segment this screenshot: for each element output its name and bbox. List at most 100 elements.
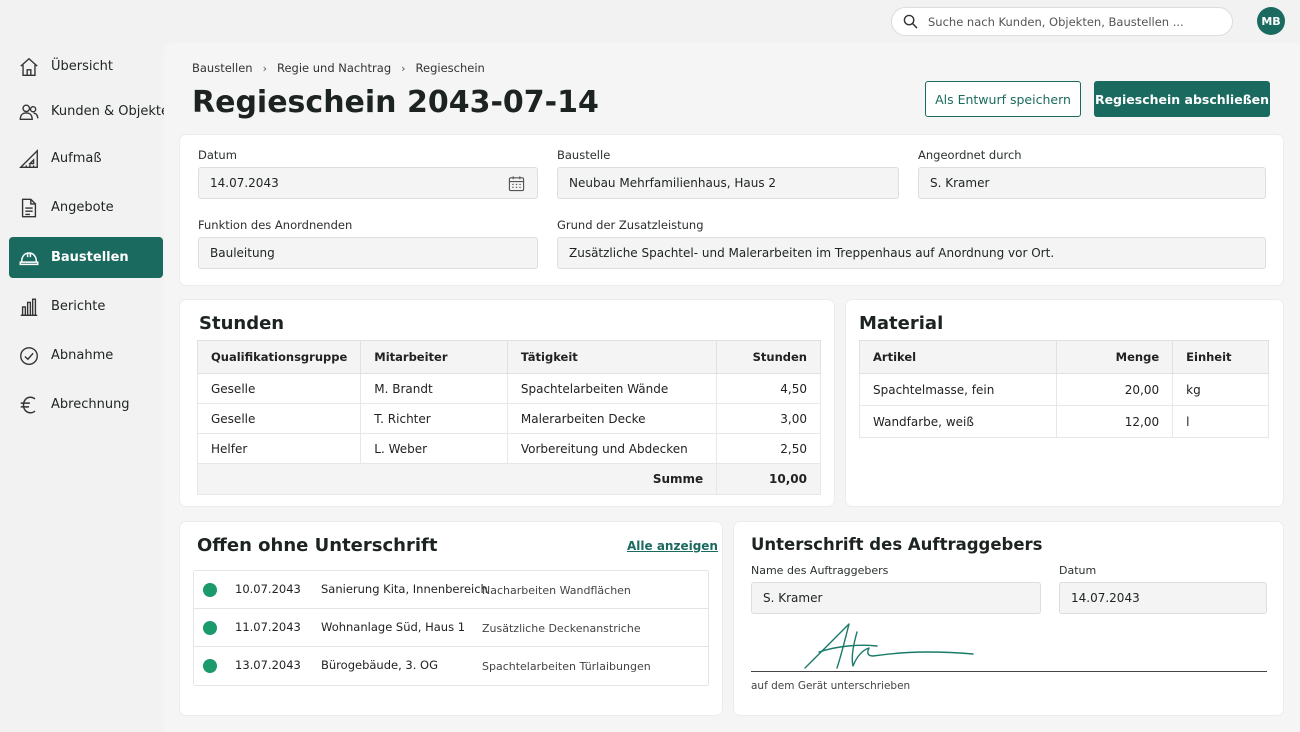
calendar-icon[interactable]	[508, 175, 525, 192]
stunden-table: Qualifikationsgruppe Mitarbeiter Tätigke…	[196, 340, 821, 495]
sidebar-item-label: Übersicht	[51, 59, 113, 74]
sidebar-item-berichte[interactable]: Berichte	[9, 286, 163, 327]
table-header-row: Artikel Menge Einheit	[858, 340, 1269, 374]
list-item-date: 10.07.2043	[235, 582, 301, 596]
col-header-einheit[interactable]: Einheit	[1172, 340, 1269, 374]
table-row[interactable]: Geselle M. Brandt Spachtelarbeiten Wände…	[196, 373, 821, 404]
col-header-taetigkeit[interactable]: Tätigkeit	[506, 340, 718, 374]
breadcrumb-item-regieschein: Regieschein	[415, 61, 485, 75]
chevron-right-icon: ›	[262, 61, 267, 75]
list-item-date: 11.07.2043	[235, 620, 301, 634]
sidebar-item-label: Abrechnung	[51, 397, 130, 412]
sig-datum-value: 14.07.2043	[1071, 591, 1140, 605]
home-icon	[18, 56, 40, 78]
avatar[interactable]: MB	[1257, 7, 1285, 35]
stunden-title: Stunden	[199, 313, 285, 334]
table-cell: 20,00	[1056, 373, 1174, 406]
col-header-menge[interactable]: Menge	[1056, 340, 1174, 374]
sig-datum-label: Datum	[1059, 564, 1097, 577]
main-content: Baustellen › Regie und Nachtrag › Regies…	[164, 43, 1300, 732]
col-header-qualifikation[interactable]: Qualifikationsgruppe	[196, 340, 362, 374]
breadcrumb-item-baustellen[interactable]: Baustellen	[192, 61, 253, 75]
offen-list: 10.07.2043 Sanierung Kita, Innenbereich …	[193, 570, 709, 686]
funktion-label: Funktion des Anordnenden	[198, 218, 353, 232]
table-row[interactable]: Wandfarbe, weiß 12,00 l	[858, 405, 1269, 438]
chevron-right-icon: ›	[401, 61, 406, 75]
check-circle-icon	[18, 345, 40, 367]
datum-label: Datum	[198, 148, 237, 162]
funktion-field[interactable]: Bauleitung	[198, 237, 538, 269]
table-cell: Geselle	[196, 403, 362, 434]
table-cell: 2,50	[716, 433, 821, 464]
finish-button[interactable]: Regieschein abschließen	[1094, 81, 1270, 117]
search-icon	[903, 14, 918, 29]
col-header-artikel[interactable]: Artikel	[858, 340, 1058, 374]
sidebar-item-label: Abnahme	[51, 348, 114, 363]
status-dot	[203, 621, 217, 635]
offen-title: Offen ohne Unterschrift	[197, 535, 438, 556]
table-cell: Spachtelmasse, fein	[858, 373, 1058, 406]
angeordnet-field[interactable]: S. Kramer	[918, 167, 1266, 199]
baustelle-value: Neubau Mehrfamilienhaus, Haus 2	[569, 176, 777, 190]
sidebar-item-angebote[interactable]: Angebote	[9, 187, 163, 228]
sum-value: 10,00	[716, 463, 821, 495]
save-draft-button[interactable]: Als Entwurf speichern	[925, 81, 1081, 117]
table-row[interactable]: Geselle T. Richter Malerarbeiten Decke 3…	[196, 403, 821, 434]
sidebar-item-label: Aufmaß	[51, 151, 102, 166]
search-bar[interactable]	[891, 7, 1233, 36]
helmet-icon	[18, 247, 40, 269]
sidebar-item-kunden[interactable]: Kunden & Objekte	[9, 91, 169, 132]
ruler-triangle-icon	[18, 148, 40, 170]
list-item[interactable]: 10.07.2043 Sanierung Kita, Innenbereich …	[194, 571, 708, 609]
sidebar: Übersicht Kunden & Objekte Aufmaß Angebo…	[0, 0, 169, 732]
alle-anzeigen-link[interactable]: Alle anzeigen	[627, 539, 718, 553]
list-item[interactable]: 11.07.2043 Wohnanlage Süd, Haus 1 Zusätz…	[194, 609, 708, 647]
grund-value: Zusätzliche Spachtel- und Malerarbeiten …	[569, 246, 1055, 260]
list-item[interactable]: 13.07.2043 Bürogebäude, 3. OG Spachtelar…	[194, 647, 708, 685]
table-cell: 3,00	[716, 403, 821, 434]
datum-field[interactable]: 14.07.2043	[198, 167, 538, 199]
datum-value: 14.07.2043	[210, 176, 279, 190]
table-cell: Spachtelarbeiten Wände	[506, 373, 718, 404]
name-label: Name des Auftraggebers	[751, 564, 889, 577]
grund-field[interactable]: Zusätzliche Spachtel- und Malerarbeiten …	[557, 237, 1266, 269]
breadcrumb-item-regie[interactable]: Regie und Nachtrag	[277, 61, 391, 75]
name-field[interactable]: S. Kramer	[751, 582, 1041, 614]
baustelle-field[interactable]: Neubau Mehrfamilienhaus, Haus 2	[557, 167, 899, 199]
angeordnet-label: Angeordnet durch	[918, 148, 1022, 162]
table-row[interactable]: Helfer L. Weber Vorbereitung und Abdecke…	[196, 433, 821, 464]
material-table: Artikel Menge Einheit Spachtelmasse, fei…	[858, 340, 1269, 438]
sidebar-item-aufmass[interactable]: Aufmaß	[9, 138, 163, 179]
page-title: Regieschein 2043-07-14	[192, 85, 599, 120]
sidebar-item-abrechnung[interactable]: Abrechnung	[9, 384, 163, 425]
list-item-site: Sanierung Kita, Innenbereich	[321, 582, 488, 596]
list-item-task: Spachtelarbeiten Türlaibungen	[482, 660, 651, 673]
list-item-site: Wohnanlage Süd, Haus 1	[321, 620, 466, 634]
sidebar-item-label: Angebote	[51, 200, 114, 215]
table-cell: Wandfarbe, weiß	[858, 405, 1058, 438]
sidebar-item-baustellen[interactable]: Baustellen	[9, 237, 163, 278]
search-input[interactable]	[928, 14, 1218, 29]
list-item-site: Bürogebäude, 3. OG	[321, 658, 438, 672]
document-icon	[18, 197, 40, 219]
list-item-task: Nacharbeiten Wandflächen	[482, 584, 631, 597]
bar-chart-icon	[18, 296, 40, 318]
col-header-stunden[interactable]: Stunden	[716, 340, 821, 374]
signature-title: Unterschrift des Auftraggebers	[751, 535, 1043, 554]
table-row[interactable]: Spachtelmasse, fein 20,00 kg	[858, 373, 1269, 406]
sidebar-item-abnahme[interactable]: Abnahme	[9, 335, 163, 376]
sidebar-item-uebersicht[interactable]: Übersicht	[9, 46, 163, 87]
signature-drawing[interactable]	[797, 618, 977, 673]
sidebar-item-label: Baustellen	[51, 250, 129, 265]
signature-caption: auf dem Gerät unterschrieben	[751, 680, 911, 692]
material-title: Material	[859, 313, 944, 334]
sig-datum-field[interactable]: 14.07.2043	[1059, 582, 1267, 614]
users-icon	[18, 101, 40, 123]
table-cell: 12,00	[1056, 405, 1174, 438]
table-header-row: Qualifikationsgruppe Mitarbeiter Tätigke…	[196, 340, 821, 374]
signature-line	[751, 671, 1267, 672]
col-header-mitarbeiter[interactable]: Mitarbeiter	[360, 340, 508, 374]
table-cell: kg	[1172, 373, 1269, 406]
sidebar-item-label: Kunden & Objekte	[51, 104, 169, 119]
table-cell: T. Richter	[360, 403, 508, 434]
